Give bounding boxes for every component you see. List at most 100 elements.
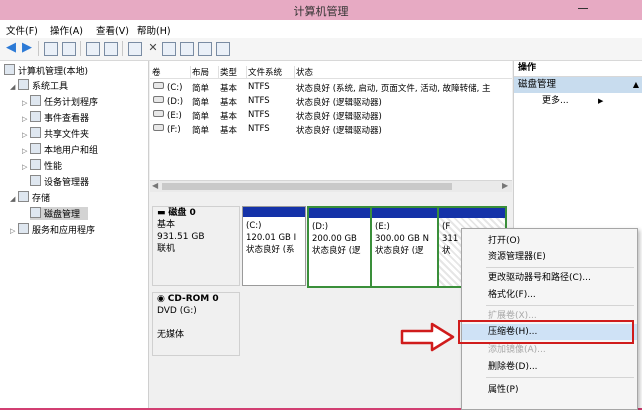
window-title: 计算机管理 (293, 5, 349, 18)
toolbar-separator (80, 41, 81, 56)
performance-icon (30, 159, 41, 170)
menu-separator (486, 377, 634, 378)
column-filesystem[interactable]: 文件系统 (246, 66, 295, 78)
table-row[interactable]: (D:) 简单 基本 NTFS 状态良好 (逻辑驱动器) (150, 94, 512, 108)
tree-item-device-manager[interactable]: 设备管理器 (30, 175, 89, 188)
partition-d[interactable]: (D:) 200.00 GB 状态良好 (逻 (307, 206, 372, 288)
copy-icon[interactable] (180, 42, 194, 56)
highlight-box (458, 320, 634, 344)
tree-item-local-users[interactable]: ▷ 本地用户和组 (22, 143, 98, 156)
tree-item-task-scheduler[interactable]: ▷ 任务计划程序 (22, 95, 98, 108)
menu-item-format[interactable]: 格式化(F)... (462, 287, 637, 303)
collapse-arrow-icon[interactable]: ▷ (22, 161, 30, 174)
column-type[interactable]: 类型 (218, 66, 247, 78)
menu-item-open[interactable]: 打开(O) (462, 233, 637, 249)
clock-icon (30, 95, 41, 106)
collapse-arrow-icon[interactable]: ▷ (22, 129, 30, 142)
collapse-up-icon[interactable]: ▲ (633, 77, 639, 93)
forward-arrow-icon[interactable]: ▶ (20, 41, 34, 55)
table-row[interactable]: (F:) 简单 基本 NTFS 状态良好 (逻辑驱动器) (150, 122, 512, 136)
drive-icon (153, 124, 164, 131)
drive-icon (153, 82, 164, 89)
minimize-icon[interactable] (578, 8, 588, 9)
disk-icon[interactable] (216, 42, 230, 56)
submenu-arrow-icon: ▶ (598, 97, 604, 105)
disk-layout-pane: ▬ 磁盘 0 基本 931.51 GB 联机 (C:) 120.01 GB I … (150, 196, 512, 408)
back-arrow-icon[interactable]: ◀ (4, 41, 18, 55)
tools-icon (18, 79, 29, 90)
menu-view[interactable]: 查看(V) (96, 23, 129, 37)
menu-bar: 文件(F) 操作(A) 查看(V) 帮助(H) (0, 20, 642, 39)
menu-separator (486, 267, 634, 268)
horizontal-scrollbar[interactable]: ◀ ▶ (150, 180, 512, 192)
tree-item-disk-management[interactable]: 磁盘管理 (30, 207, 88, 220)
open-icon[interactable] (162, 42, 176, 56)
menu-item-delete-volume[interactable]: 删除卷(D)... (462, 359, 637, 375)
collapse-arrow-icon[interactable]: ▷ (22, 97, 30, 110)
disk-icon: ▬ (157, 208, 166, 218)
toolbar: ◀ ▶ ✕ (0, 38, 642, 61)
event-viewer-icon (30, 111, 41, 122)
partition-c[interactable]: (C:) 120.01 GB I 状态良好 (系 (242, 206, 306, 286)
disk-0-label[interactable]: ▬ 磁盘 0 基本 931.51 GB 联机 (152, 206, 240, 286)
scroll-right-icon[interactable]: ▶ (502, 181, 508, 190)
navigation-tree: 计算机管理(本地) ◢ 系统工具 ▷ 任务计划程序 ▷ 事件查看器 ▷ 共享文件夹 ▷ 本… (0, 61, 149, 408)
menu-item-add-mirror: 添加镜像(A)... (488, 345, 546, 355)
action-pane-icon[interactable] (104, 42, 118, 56)
volume-list-header: 卷 布局 类型 文件系统 状态 (150, 63, 512, 79)
storage-icon (18, 191, 29, 202)
menu-item-properties[interactable]: 属性(P) (462, 382, 637, 398)
cdrom-icon: ◉ (157, 294, 165, 304)
drive-icon (153, 96, 164, 103)
users-icon (30, 143, 41, 154)
tree-item-system-tools[interactable]: ◢ 系统工具 (10, 79, 68, 92)
computer-management-window: 计算机管理 文件(F) 操作(A) 查看(V) 帮助(H) ◀ ▶ ✕ 计算机管… (0, 0, 642, 410)
expand-arrow-icon[interactable]: ◢ (10, 81, 18, 94)
delete-icon[interactable]: ✕ (146, 41, 160, 55)
table-row[interactable]: (C:) 简单 基本 NTFS 状态良好 (系统, 启动, 页面文件, 活动, … (150, 80, 512, 94)
collapse-arrow-icon[interactable]: ▷ (22, 113, 30, 126)
menu-separator (486, 305, 634, 306)
context-menu: 打开(O) 资源管理器(E) 更改驱动器号和路径(C)... 格式化(F)...… (461, 228, 638, 410)
cdrom-0-label[interactable]: ◉ CD-ROM 0 DVD (G:) 无媒体 (152, 292, 240, 356)
menu-action[interactable]: 操作(A) (50, 23, 83, 37)
title-bar[interactable]: 计算机管理 (0, 0, 642, 20)
menu-help[interactable]: 帮助(H) (137, 23, 171, 37)
menu-item-explorer[interactable]: 资源管理器(E) (462, 249, 637, 265)
expand-arrow-icon[interactable]: ◢ (10, 193, 18, 206)
more-actions-link[interactable]: 更多... ▶ (514, 93, 642, 109)
tree-item-shared-folders[interactable]: ▷ 共享文件夹 (22, 127, 89, 140)
help-icon[interactable] (86, 42, 100, 56)
toolbar-separator (122, 41, 123, 56)
actions-section-disk-management[interactable]: 磁盘管理 ▲ (514, 77, 642, 93)
collapse-arrow-icon[interactable]: ▷ (22, 145, 30, 158)
disk-management-icon (30, 207, 41, 218)
services-icon (18, 223, 29, 234)
menu-file[interactable]: 文件(F) (6, 23, 38, 37)
shared-folder-icon (30, 127, 41, 138)
tree-item-event-viewer[interactable]: ▷ 事件查看器 (22, 111, 89, 124)
tree-item-services-apps[interactable]: ▷ 服务和应用程序 (10, 223, 95, 236)
partition-e[interactable]: (E:) 300.00 GB N 状态良好 (逻 (370, 206, 439, 288)
scroll-left-icon[interactable]: ◀ (152, 181, 158, 190)
tree-item-performance[interactable]: ▷ 性能 (22, 159, 62, 172)
drive-icon (153, 110, 164, 117)
column-status[interactable]: 状态 (294, 66, 514, 78)
show-tree-icon[interactable] (62, 42, 76, 56)
column-volume[interactable]: 卷 (150, 66, 191, 78)
table-row[interactable]: (E:) 简单 基本 NTFS 状态良好 (逻辑驱动器) (150, 108, 512, 122)
search-icon[interactable] (198, 42, 212, 56)
computer-icon (4, 64, 15, 75)
column-layout[interactable]: 布局 (190, 66, 219, 78)
collapse-arrow-icon[interactable]: ▷ (10, 225, 18, 238)
up-folder-icon[interactable] (44, 42, 58, 56)
menu-item-change-drive-letter[interactable]: 更改驱动器号和路径(C)... (462, 270, 637, 286)
properties-icon[interactable] (128, 42, 142, 56)
volume-list: 卷 布局 类型 文件系统 状态 (C:) 简单 基本 NTFS 状态良好 (系统… (150, 61, 512, 185)
tree-item-storage[interactable]: ◢ 存储 (10, 191, 50, 204)
actions-header: 操作 (514, 61, 642, 77)
pointer-arrow-icon (400, 322, 455, 352)
scroll-thumb[interactable] (162, 183, 452, 190)
toolbar-separator (38, 41, 39, 56)
tree-item-root[interactable]: 计算机管理(本地) (4, 64, 88, 77)
